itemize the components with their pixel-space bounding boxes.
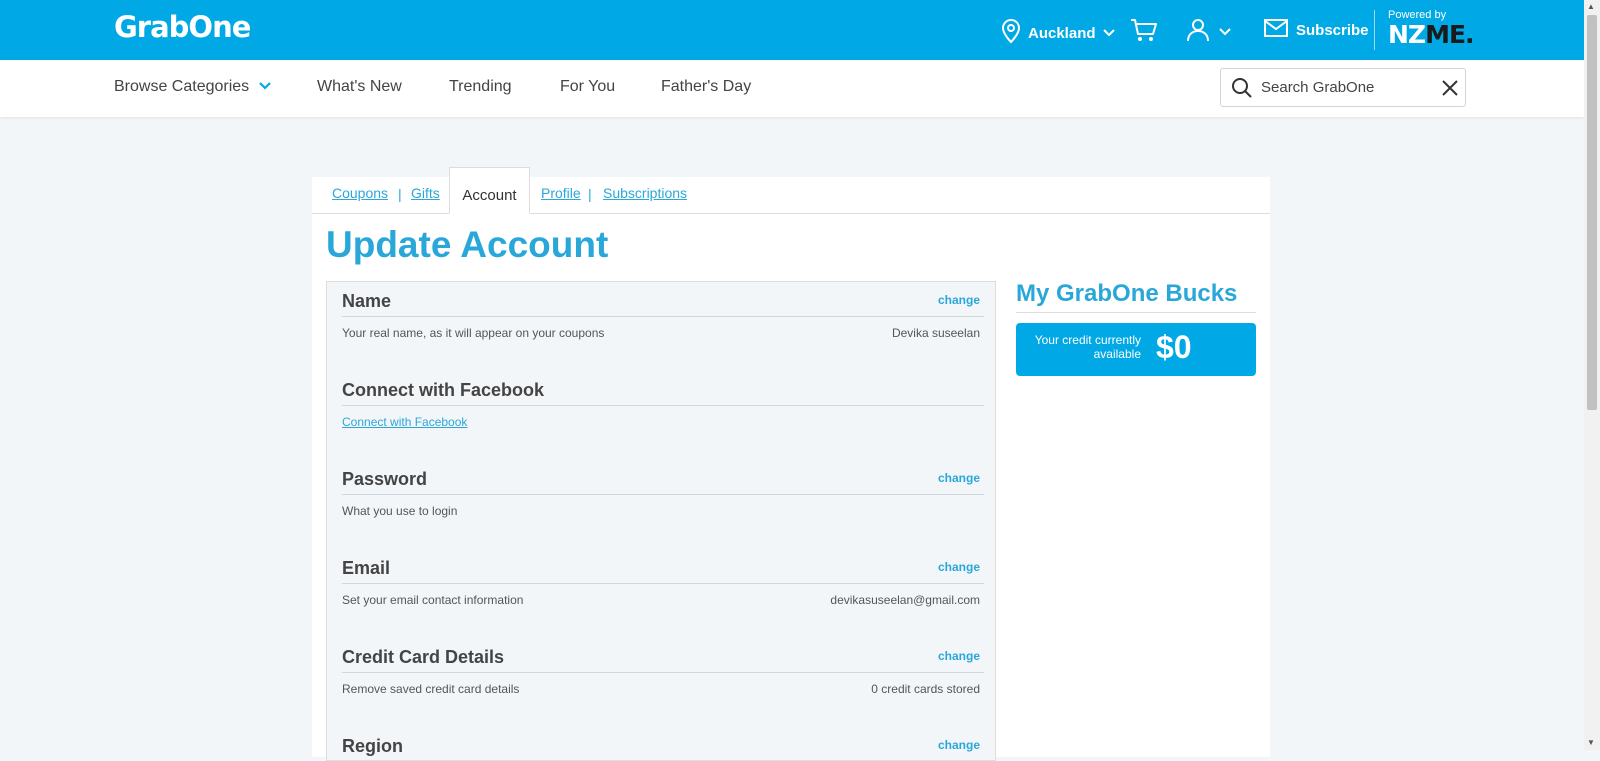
bucks-title: My GrabOne Bucks [1016, 280, 1238, 307]
nav-trending[interactable]: Trending [449, 78, 512, 96]
section-divider [342, 316, 984, 317]
chevron-down-icon [1218, 24, 1232, 42]
section-divider [342, 405, 984, 406]
email-section-title: Email [342, 558, 391, 578]
subscribe-label: Subscribe [1296, 21, 1369, 39]
nav-whats-new[interactable]: What's New [317, 78, 402, 96]
search-box [1220, 68, 1466, 107]
credit-card-description: Remove saved credit card details [342, 682, 520, 696]
region-section-title: Region [342, 736, 403, 756]
scroll-down-icon[interactable]: ▼ [1587, 738, 1595, 747]
bucks-divider [1016, 312, 1256, 313]
nav-for-you[interactable]: For You [560, 78, 615, 96]
tab-gifts[interactable]: Gifts [411, 185, 440, 201]
tab-separator: | [588, 186, 592, 202]
tab-separator: | [398, 186, 402, 202]
change-credit-card-link[interactable]: change [938, 649, 980, 663]
change-email-link[interactable]: change [938, 560, 980, 574]
change-name-link[interactable]: change [938, 293, 980, 307]
clear-search-icon[interactable] [1441, 79, 1459, 97]
password-description: What you use to login [342, 504, 458, 518]
chevron-down-icon [1102, 25, 1116, 43]
nav-browse-categories-label: Browse Categories [114, 78, 250, 95]
subscribe-button[interactable]: Subscribe [1264, 18, 1369, 42]
nzme-logo: NZME. [1388, 20, 1475, 49]
name-description: Your real name, as it will appear on you… [342, 326, 605, 340]
tab-account[interactable]: Account [449, 167, 530, 214]
grabone-logo[interactable]: GrabOne [114, 10, 251, 44]
search-icon[interactable] [1231, 77, 1253, 99]
account-menu[interactable] [1186, 17, 1232, 48]
nav-fathers-day[interactable]: Father's Day [661, 78, 751, 96]
header-divider [1374, 10, 1375, 50]
cart-icon[interactable] [1130, 17, 1158, 48]
chevron-down-icon [258, 78, 272, 96]
credit-card-section-title: Credit Card Details [342, 647, 505, 667]
name-value: Devika suseelan [891, 326, 980, 340]
location-selector[interactable]: Auckland [1000, 18, 1116, 49]
scrollbar-thumb[interactable] [1587, 15, 1597, 410]
top-header: GrabOne Auckland Subscribe Powered by NZ… [0, 0, 1584, 60]
page-title: Update Account [326, 224, 609, 265]
tab-profile[interactable]: Profile [541, 185, 581, 201]
facebook-section-title: Connect with Facebook [342, 380, 545, 400]
location-pin-icon [1000, 18, 1022, 49]
name-section-title: Name [342, 291, 392, 311]
credit-card-value: 0 credit cards stored [871, 682, 980, 696]
user-icon [1186, 17, 1210, 48]
scroll-up-icon[interactable]: ▲ [1587, 2, 1595, 11]
powered-by-nzme[interactable]: Powered by NZME. [1388, 9, 1475, 49]
mail-icon [1264, 18, 1288, 42]
credit-balance-label: Your credit currently available [1034, 333, 1141, 361]
nav-browse-categories[interactable]: Browse Categories [114, 78, 272, 96]
section-divider [342, 494, 984, 495]
connect-facebook-link[interactable]: Connect with Facebook [342, 415, 467, 429]
change-password-link[interactable]: change [938, 471, 980, 485]
section-divider [342, 672, 984, 673]
password-section-title: Password [342, 469, 428, 489]
email-description: Set your email contact information [342, 593, 524, 607]
tab-coupons[interactable]: Coupons [332, 185, 388, 201]
tab-subscriptions[interactable]: Subscriptions [603, 185, 687, 201]
email-value: devikasuseelan@gmail.com [830, 593, 980, 607]
location-label: Auckland [1028, 25, 1096, 42]
credit-balance-amount: $0 [1156, 329, 1192, 365]
section-divider [342, 583, 984, 584]
search-input[interactable] [1259, 78, 1433, 97]
